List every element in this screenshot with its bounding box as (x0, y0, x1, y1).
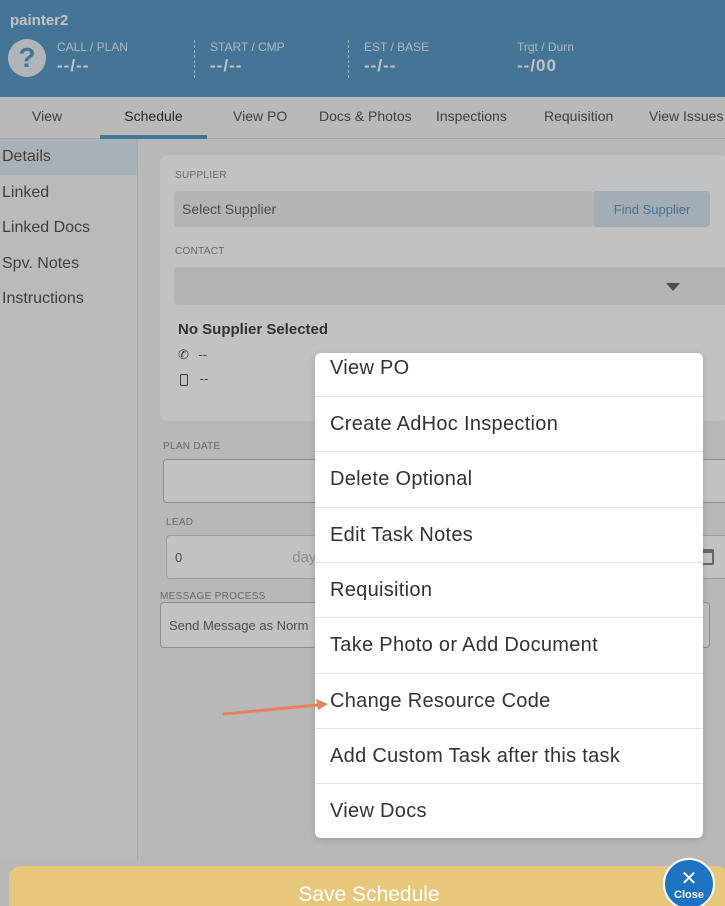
close-icon: ✕ (680, 868, 698, 890)
menu-item-view-po[interactable]: View PO (315, 341, 703, 396)
annotation-arrow-icon (222, 699, 328, 716)
task-action-menu: View PO Create AdHoc Inspection Delete O… (315, 353, 703, 838)
menu-item-create-adhoc-inspection[interactable]: Create AdHoc Inspection (315, 396, 703, 451)
menu-item-view-docs[interactable]: View Docs (315, 783, 703, 838)
menu-item-edit-task-notes[interactable]: Edit Task Notes (315, 507, 703, 562)
menu-item-change-resource-code[interactable]: Change Resource Code (315, 673, 703, 728)
menu-item-add-custom-task[interactable]: Add Custom Task after this task (315, 728, 703, 783)
close-button[interactable]: ✕ Close (663, 858, 715, 906)
menu-item-requisition[interactable]: Requisition (315, 562, 703, 617)
save-schedule-button[interactable]: Save Schedule (9, 866, 725, 906)
menu-item-delete-optional[interactable]: Delete Optional (315, 451, 703, 506)
menu-item-take-photo-add-document[interactable]: Take Photo or Add Document (315, 617, 703, 672)
